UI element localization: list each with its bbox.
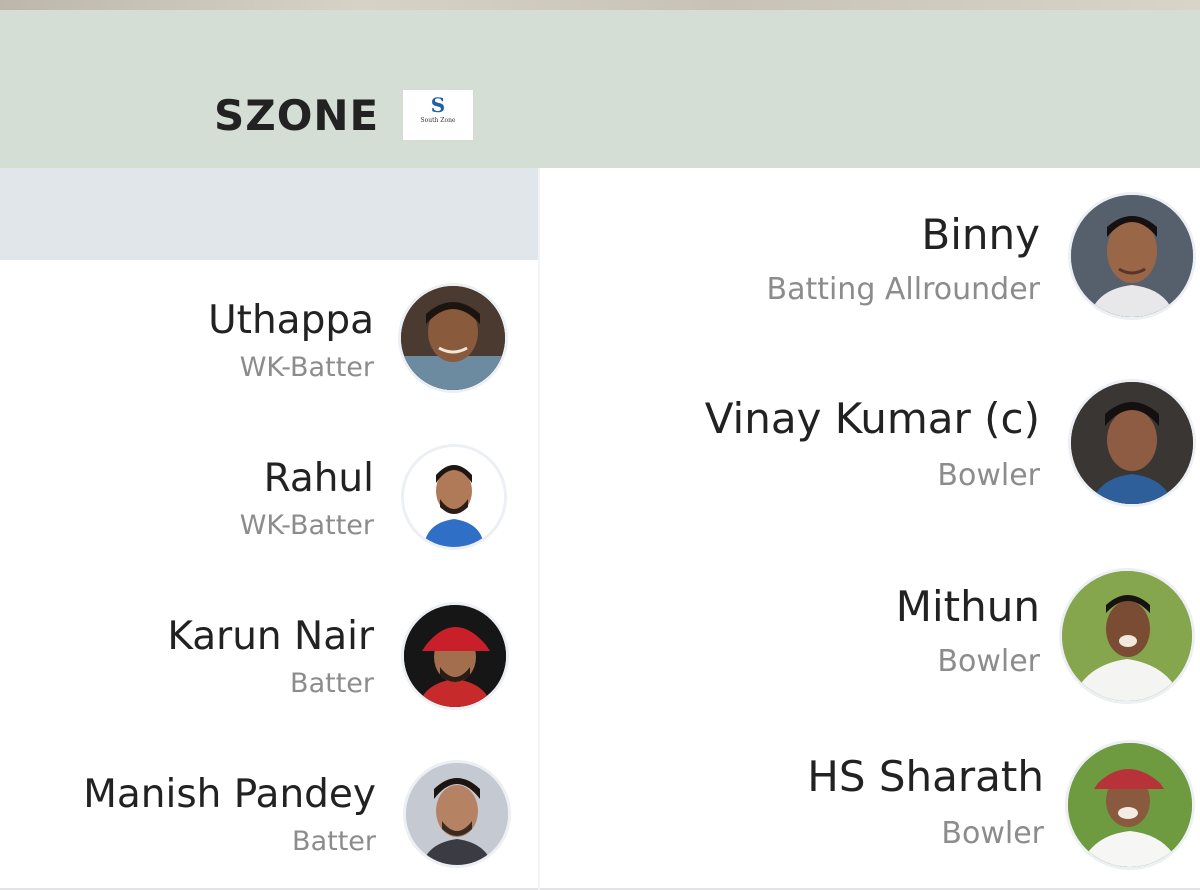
player-avatar (1065, 740, 1195, 870)
player-name: Vinay Kumar (c) (704, 394, 1040, 443)
logo-letter: S (430, 93, 446, 117)
team-header: SZONE S South Zone (0, 10, 1200, 168)
right-player-column: Binny Batting Allrounder Vinay Kumar (c)… (540, 168, 1200, 890)
player-name: Rahul (263, 456, 374, 501)
player-avatar (1059, 568, 1195, 704)
player-role: Batting Allrounder (766, 272, 1040, 307)
team-name: SZONE (214, 91, 380, 140)
left-player-column: Uthappa WK-Batter Rahul WK-Batter Karun … (0, 168, 538, 890)
player-card-vinay-kumar[interactable]: Vinay Kumar (c) Bowler (540, 352, 1200, 540)
top-image-strip (0, 0, 1200, 10)
player-card-binny[interactable]: Binny Batting Allrounder (540, 168, 1200, 354)
player-role: WK-Batter (239, 510, 374, 541)
player-name: Uthappa (208, 298, 374, 343)
player-card-hs-sharath[interactable]: HS Sharath Bowler (540, 716, 1200, 890)
player-avatar (1068, 192, 1196, 320)
team-logo: S South Zone (402, 89, 474, 141)
player-card-rahul[interactable]: Rahul WK-Batter (0, 418, 538, 578)
player-role: Batter (292, 826, 376, 857)
player-avatar (398, 283, 508, 393)
player-card-uthappa[interactable]: Uthappa WK-Batter (0, 260, 538, 420)
player-card-karun-nair[interactable]: Karun Nair Batter (0, 576, 538, 736)
player-card-mithun[interactable]: Mithun Bowler (540, 538, 1200, 718)
player-name: Binny (921, 210, 1040, 259)
player-role: Bowler (941, 816, 1044, 851)
player-role: Bowler (937, 644, 1040, 679)
logo-subtitle: South Zone (420, 117, 456, 124)
player-name: Karun Nair (167, 614, 374, 659)
player-card-manish-pandey[interactable]: Manish Pandey Batter (0, 734, 538, 890)
player-name: HS Sharath (807, 752, 1044, 801)
left-column-header (0, 168, 538, 260)
player-avatar (401, 602, 509, 710)
player-role: Batter (290, 668, 374, 699)
player-name: Manish Pandey (83, 772, 376, 817)
player-name: Mithun (895, 582, 1040, 631)
player-avatar (1068, 379, 1196, 507)
player-avatar (403, 760, 511, 868)
player-role: Bowler (937, 458, 1040, 493)
player-avatar (401, 444, 507, 550)
player-role: WK-Batter (239, 352, 374, 383)
